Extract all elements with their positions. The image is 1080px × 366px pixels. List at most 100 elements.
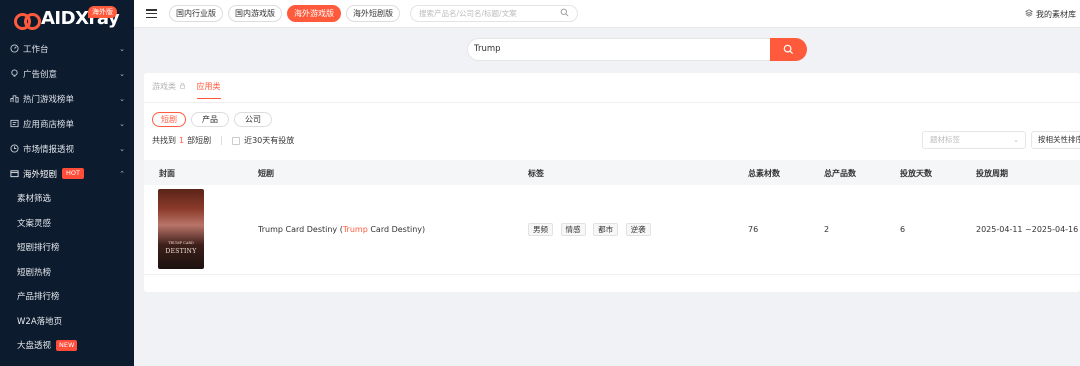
tag: 情感 [560,223,586,236]
tag-filter-select[interactable]: 题材标签 ⌄ [922,131,1026,149]
main-search-input[interactable]: Trump [467,38,770,61]
sidebar-subitem-label: 短剧热榜 [17,267,52,278]
sidebar-item-overseas-drama[interactable]: 海外短剧 HOT ⌃ [0,161,134,186]
tag: 都市 [593,223,619,236]
chevron-down-icon: ⌄ [119,44,125,53]
sidebar-subitem[interactable]: 产品排行榜 [0,284,134,309]
tag: 男频 [528,223,553,236]
menu-toggle-icon[interactable] [146,9,157,18]
sidebar-subitem[interactable]: 大盘透视 NEW [0,333,134,358]
chip-short-drama[interactable]: 短剧 [152,112,186,127]
drama-title-main: Trump Card Destiny ( [258,225,343,234]
results-summary: 共找到 1 部短剧 近30天有投放 [152,135,294,146]
sidebar-item-app-store[interactable]: 应用商店榜单 ⌄ [0,111,134,136]
drama-title-rest: Card Destiny) [367,225,426,234]
logo[interactable]: AIDXray 海外版 [0,0,134,36]
drama-cover-image[interactable]: TRUMP CARD DESTINY [158,189,204,269]
sidebar-subitem[interactable]: 素材筛选 [0,186,134,211]
top-search-input[interactable]: 搜索产品名/公司名/标题/文案 [410,5,578,22]
chevron-down-icon: ⌄ [119,94,125,103]
results-card: 游戏类 应用类 短剧 产品 公司 共找到 1 部短剧 近30天有投放 题材标签 … [144,73,1080,292]
tab-games-label: 游戏类 [152,82,176,91]
sidebar-subitem[interactable]: 短剧排行榜 [0,235,134,260]
column-header: 投放周期 [976,169,1008,178]
column-header[interactable]: 总产品数 [824,168,856,179]
drama-icon [9,169,19,179]
lightbulb-icon [9,69,19,79]
drama-tags: 男频 情感 都市 逆袭 [528,223,656,236]
total-materials: 76 [748,225,759,234]
tag: 逆袭 [625,223,651,236]
top-bar: 国内行业版 国内游戏版 海外游戏版 海外短剧版 搜索产品名/公司名/标题/文案 … [134,0,1080,28]
tag-filter-placeholder: 题材标签 [930,135,960,144]
sidebar-subitem-label: 短剧排行榜 [17,243,60,254]
hot-badge: HOT [62,168,84,179]
sidebar-item-label: 海外短剧 [23,169,58,180]
new-badge: NEW [56,339,78,351]
chip-company[interactable]: 公司 [234,112,272,127]
tab-domestic-game[interactable]: 国内游戏版 [228,5,282,22]
column-header: 短剧 [258,169,274,178]
tab-domestic-industry[interactable]: 国内行业版 [169,5,223,22]
my-library-label: 我的素材库 [1036,10,1076,19]
total-products: 2 [824,225,830,234]
tab-apps[interactable]: 应用类 [196,81,221,99]
recent-filter-label[interactable]: 近30天有投放 [244,135,294,146]
column-header: 标签 [528,169,544,178]
search-icon [783,44,794,55]
sidebar-item-hot-games[interactable]: 热门游戏榜单 ⌄ [0,86,134,111]
tab-games[interactable]: 游戏类 [152,81,186,99]
logo-icon [14,11,41,30]
sidebar-subitem-label: 素材筛选 [17,194,52,205]
ranking-icon [9,94,19,104]
cover-title: DESTINY [165,248,197,255]
table-row[interactable]: TRUMP CARD DESTINY Trump Card Destiny (T… [144,185,1080,275]
sidebar-item-label: 热门游戏榜单 [23,94,75,105]
column-header[interactable]: 投放天数 [900,168,932,179]
search-button[interactable] [770,38,807,61]
chevron-down-icon: ⌄ [1013,136,1019,144]
main-search-bar: Trump [467,38,807,61]
sidebar: AIDXray 海外版 工作台 ⌄ 广告创意 ⌄ 热门游戏榜单 ⌄ 应用商店榜单… [0,0,134,366]
library-icon [1025,9,1036,19]
dashboard-icon [9,44,19,54]
clock-icon [9,144,19,154]
my-library-link[interactable]: 我的素材库 [1025,9,1076,20]
tab-overseas-game[interactable]: 海外游戏版 [287,5,341,22]
sidebar-item-label: 工作台 [23,44,49,55]
results-count: 1 [179,136,185,145]
chip-product[interactable]: 产品 [191,112,229,127]
sidebar-item-dashboard[interactable]: 工作台 ⌄ [0,36,134,61]
chevron-down-icon: ⌄ [119,69,125,78]
sidebar-subitem[interactable]: 短剧热榜 [0,260,134,285]
chevron-down-icon: ⌄ [119,144,125,153]
recent-filter-checkbox[interactable] [232,136,241,145]
sidebar-item-ad-creative[interactable]: 广告创意 ⌄ [0,61,134,86]
sidebar-subitem[interactable]: W2A落地页 [0,309,134,334]
sidebar-subitem-label: 产品排行榜 [17,292,60,303]
top-search-placeholder: 搜索产品名/公司名/标题/文案 [419,9,517,18]
store-icon [9,119,19,129]
results-suffix: 部短剧 [187,136,212,145]
type-chips: 短剧 产品 公司 [152,112,277,127]
lock-icon [179,82,186,91]
sidebar-subitem[interactable]: 文案灵感 [0,211,134,236]
column-header[interactable]: 总素材数 [748,168,780,179]
category-tabs: 游戏类 应用类 [152,81,232,99]
results-prefix: 共找到 [152,136,176,145]
chevron-down-icon: ⌄ [119,119,125,128]
edition-badge: 海外版 [88,6,117,18]
sidebar-item-label: 广告创意 [23,69,58,80]
sidebar-item-market-intel[interactable]: 市场情报透视 ⌄ [0,136,134,161]
cover-subtitle: TRUMP CARD [168,241,194,245]
tab-overseas-drama[interactable]: 海外短剧版 [346,5,400,22]
column-header: 封面 [159,169,175,178]
sidebar-subitem-label: 大盘透视 [17,341,52,352]
sort-select[interactable]: 按相关性排序 [1031,131,1080,149]
search-icon[interactable] [560,8,569,19]
drama-title-highlight: Trump [342,225,368,234]
divider [144,102,1080,103]
sidebar-subitem-label: 文案灵感 [17,218,52,229]
drama-title[interactable]: Trump Card Destiny (Trump Card Destiny) [258,225,425,234]
delivery-period: 2025-04-11 ~2025-04-16 [976,225,1079,234]
